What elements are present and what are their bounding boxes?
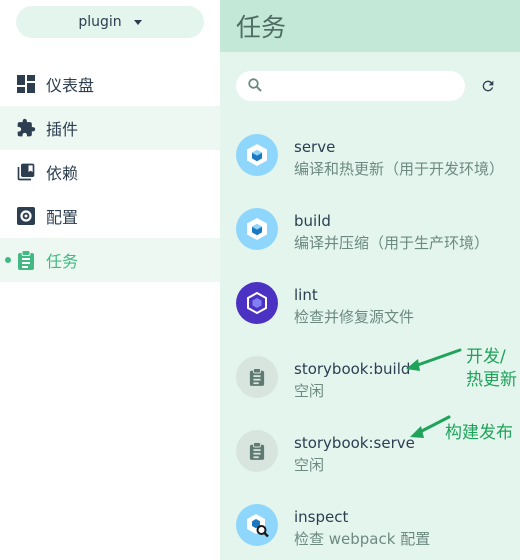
search-box[interactable] (236, 71, 465, 101)
webpack-icon (236, 134, 278, 176)
clipboard-icon (236, 430, 278, 472)
task-name: serve (294, 138, 336, 156)
task-description: 检查 webpack 配置 (294, 530, 431, 548)
dashboard-icon (16, 74, 36, 94)
sidebar-item-label: 仪表盘 (46, 76, 95, 95)
sidebar-item-plugins[interactable]: 插件 (0, 106, 220, 150)
task-item-inspect[interactable]: inspect 检查 webpack 配置 (220, 490, 520, 560)
sidebar-item-dashboard[interactable]: 仪表盘 (0, 62, 220, 106)
webpack-icon (236, 208, 278, 250)
annotation-arrow (406, 348, 462, 371)
task-item-serve[interactable]: serve 编译和热更新（用于开发环境） (220, 120, 520, 192)
task-description: 检查并修复源文件 (294, 308, 415, 326)
task-name: storybook:build (294, 360, 411, 378)
task-description: 编译并压缩（用于生产环境） (294, 234, 490, 252)
page-title: 任务 (236, 13, 287, 42)
library-icon (16, 162, 36, 182)
task-item-lint[interactable]: lint 检查并修复源文件 (220, 268, 520, 340)
chevron-down-icon (133, 19, 142, 25)
task-item-build[interactable]: build 编译并压缩（用于生产环境） (220, 194, 520, 266)
refresh-button[interactable] (478, 76, 498, 96)
puzzle-icon (16, 118, 36, 138)
annotation-text: 热更新 (466, 370, 517, 390)
task-name: inspect (294, 508, 349, 526)
webpack-inspect-icon (236, 504, 278, 546)
eslint-icon (236, 282, 278, 324)
search-icon (248, 77, 262, 96)
toolbar (220, 52, 520, 114)
annotation-serve-note: 构建发布 (445, 423, 513, 443)
sidebar-nav: 仪表盘 插件 依赖 配置 任务 (0, 62, 220, 282)
page-header: 任务 (220, 0, 520, 52)
sidebar-item-label: 任务 (46, 252, 79, 271)
sidebar-item-label: 插件 (46, 120, 79, 139)
project-selector-button[interactable]: plugin (16, 6, 204, 38)
task-description: 空闲 (294, 456, 325, 474)
clipboard-icon (236, 356, 278, 398)
sidebar: plugin 仪表盘 插件 依赖 配置 任务 (0, 0, 220, 560)
sidebar-item-label: 依赖 (46, 164, 79, 183)
task-name: lint (294, 286, 318, 304)
settings-icon (16, 206, 36, 226)
sidebar-item-configuration[interactable]: 配置 (0, 194, 220, 238)
sidebar-item-label: 配置 (46, 208, 79, 227)
task-description: 编译和热更新（用于开发环境） (294, 160, 505, 178)
search-input[interactable] (270, 78, 460, 94)
refresh-icon (482, 80, 494, 92)
task-name: build (294, 212, 331, 230)
task-name: storybook:serve (294, 434, 415, 452)
sidebar-item-dependencies[interactable]: 依赖 (0, 150, 220, 194)
main-content: 任务 serve 编译和热更新（用于开发环境） build 编译并压缩（用于生产… (220, 0, 520, 560)
annotation-text: 开发/ (466, 347, 506, 367)
annotation-build-note: 开发/ 热更新 (466, 346, 517, 392)
sidebar-item-tasks[interactable]: 任务 (0, 238, 220, 282)
project-name: plugin (78, 14, 122, 30)
clipboard-icon (16, 250, 36, 270)
active-indicator (5, 257, 11, 263)
